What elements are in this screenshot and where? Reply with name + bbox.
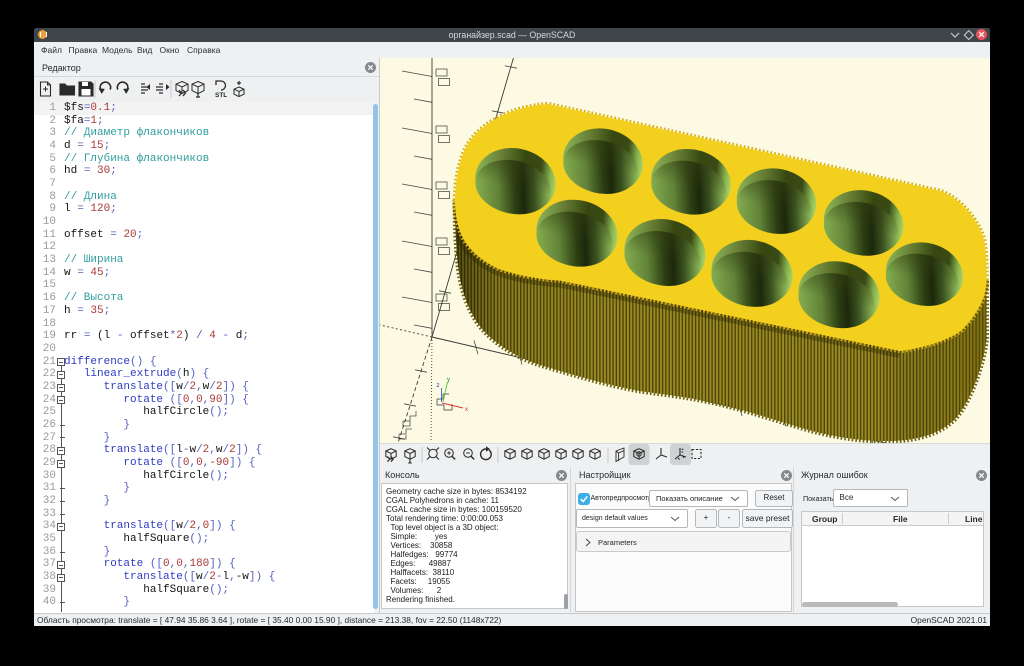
- svg-text:y: y: [447, 377, 450, 383]
- svg-text:x: x: [465, 407, 468, 413]
- svg-text:z: z: [437, 383, 440, 389]
